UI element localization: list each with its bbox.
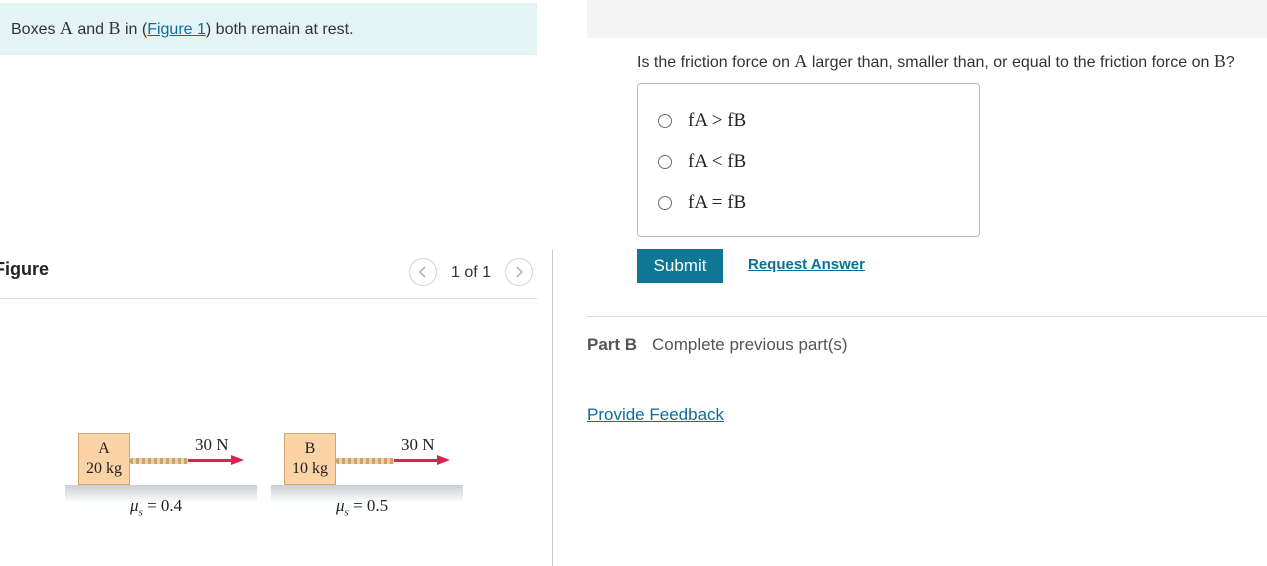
provide-feedback-link[interactable]: Provide Feedback bbox=[587, 405, 724, 425]
force-arrow-b bbox=[394, 459, 440, 462]
rope-a bbox=[130, 458, 188, 464]
chevron-left-icon bbox=[418, 266, 426, 278]
request-answer-link[interactable]: Request Answer bbox=[748, 256, 865, 273]
next-figure-button[interactable] bbox=[505, 258, 533, 286]
column-divider bbox=[552, 250, 553, 566]
box-a-mass: 20 kg bbox=[86, 460, 122, 477]
box-b: B 10 kg bbox=[284, 433, 336, 485]
box-a: A 20 kg bbox=[78, 433, 130, 485]
figure-divider bbox=[0, 298, 537, 299]
force-arrowhead-b bbox=[437, 455, 450, 465]
mu-symbol-b: μ bbox=[336, 496, 345, 515]
option-label: fA = fB bbox=[688, 192, 747, 213]
force-label-b: 30 N bbox=[401, 435, 435, 454]
force-label-a: 30 N bbox=[195, 435, 229, 454]
box-b-letter: B bbox=[304, 440, 316, 457]
option-a-less[interactable]: fA < fB bbox=[658, 151, 746, 173]
question-part-2: larger than, smaller than, or equal to t… bbox=[807, 54, 1214, 71]
intro-prefix: Boxes bbox=[11, 21, 60, 38]
question-var-b: B bbox=[1213, 51, 1226, 71]
question-var-a: A bbox=[794, 51, 808, 71]
force-arrow-a bbox=[188, 459, 234, 462]
mu-value-a: = 0.4 bbox=[142, 496, 183, 515]
figure-scene-a: A 20 kg 30 N μs = 0.4 bbox=[65, 430, 265, 520]
friction-coefficient-b: μs = 0.5 bbox=[336, 496, 388, 518]
intro-var-a: A bbox=[59, 18, 73, 38]
radio-button[interactable] bbox=[658, 196, 672, 210]
figure-title: Figure bbox=[0, 259, 50, 279]
option-label: fA < fB bbox=[688, 151, 747, 172]
friction-coefficient-a: μs = 0.4 bbox=[130, 496, 182, 518]
option-a-equal[interactable]: fA = fB bbox=[658, 192, 746, 214]
rope-b bbox=[336, 458, 394, 464]
mu-value-b: = 0.5 bbox=[348, 496, 389, 515]
box-a-letter: A bbox=[98, 440, 110, 457]
box-b-mass: 10 kg bbox=[292, 460, 328, 477]
part-a-header bbox=[587, 0, 1267, 38]
mu-symbol-a: μ bbox=[130, 496, 139, 515]
intro-suffix: ) both remain at rest. bbox=[205, 21, 354, 38]
intro-text: Boxes A and B in (Figure 1) both remain … bbox=[11, 18, 354, 39]
part-b-status: Complete previous part(s) bbox=[652, 335, 848, 354]
figure-link[interactable]: Figure 1 bbox=[147, 21, 206, 38]
answer-options: fA > fB fA < fB fA = fB bbox=[637, 83, 980, 237]
question-text: Is the friction force on A larger than, … bbox=[637, 51, 1235, 72]
intro-in: in ( bbox=[120, 21, 148, 38]
part-b-label: Part B bbox=[587, 335, 638, 354]
option-label: fA > fB bbox=[688, 110, 747, 131]
radio-button[interactable] bbox=[658, 114, 672, 128]
intro-and: and bbox=[72, 21, 109, 38]
option-a-greater[interactable]: fA > fB bbox=[658, 110, 746, 132]
chevron-right-icon bbox=[516, 266, 524, 278]
intro-var-b: B bbox=[108, 18, 121, 38]
question-part-3: ? bbox=[1225, 54, 1235, 71]
force-arrowhead-a bbox=[231, 455, 244, 465]
previous-figure-button[interactable] bbox=[409, 258, 437, 286]
part-divider bbox=[587, 316, 1267, 317]
radio-button[interactable] bbox=[658, 155, 672, 169]
figure-scene-b: B 10 kg 30 N μs = 0.5 bbox=[271, 430, 471, 520]
submit-button[interactable]: Submit bbox=[637, 249, 723, 283]
question-part-1: Is the friction force on bbox=[637, 54, 795, 71]
figure-page-indicator: 1 of 1 bbox=[451, 264, 492, 281]
